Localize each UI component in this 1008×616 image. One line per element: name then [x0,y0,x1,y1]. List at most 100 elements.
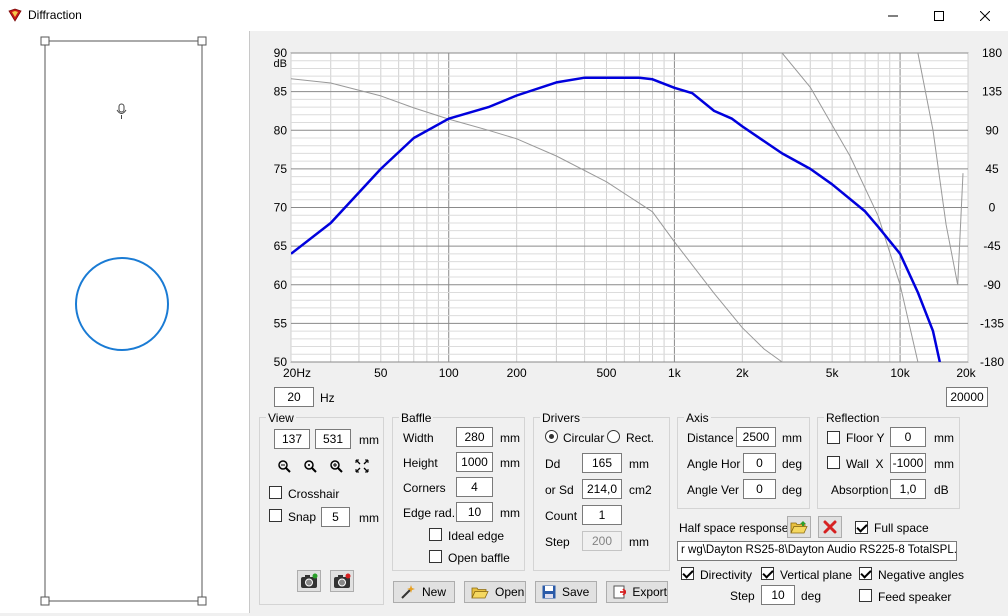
ideal-edge-checkbox[interactable] [429,528,442,541]
remove-halfspace-button[interactable] [818,516,842,538]
wall-input[interactable]: -1000 [890,453,926,473]
handle-bottom-left [40,596,50,606]
open-halfspace-button[interactable] [787,516,811,538]
floor-input[interactable]: 0 [890,427,926,447]
camera-button-1[interactable] [297,570,321,592]
x-tick-label: 200 [507,366,527,380]
feed-speaker-label: Feed speaker [878,590,952,604]
negative-angles-checkbox[interactable] [859,567,872,580]
open-button-label: Open [495,585,525,599]
app-icon [8,8,22,22]
zoom-in-icon[interactable] [328,458,344,474]
dir-step-input[interactable]: 10 [761,585,795,605]
minimize-icon [888,15,898,16]
y-left-tick-label: 70 [274,201,288,215]
y-right-tick-label: -90 [983,278,1001,292]
maximize-button[interactable] [916,0,962,31]
directivity-checkbox[interactable] [681,567,694,580]
angle-hor-input[interactable]: 0 [743,453,776,473]
count-input[interactable]: 1 [582,505,622,525]
freq-low-input[interactable]: 20 [274,387,314,407]
zoom-fit-icon[interactable] [302,458,318,474]
freq-high-input[interactable]: 20000 [946,387,988,407]
open-button[interactable]: Open [464,581,526,603]
zoom-out-icon[interactable] [276,458,292,474]
vertical-plane-checkbox[interactable] [761,567,774,580]
snap-checkbox[interactable] [269,509,282,522]
sd-input[interactable]: 214,0 [582,479,622,499]
y-left-tick-label: 80 [274,123,288,137]
dir-step-unit: deg [801,589,822,603]
halfspace-file-input[interactable]: r wg\Dayton RS25-8\Dayton Audio RS225-8 … [677,541,957,561]
distance-unit: mm [782,431,802,445]
export-button[interactable]: Export [606,581,668,603]
open-baffle-label: Open baffle [448,551,510,565]
view-y-input[interactable]: 531 [315,429,351,449]
x-tick-label: 50 [374,366,388,380]
x-tick-label: 20k [956,366,976,380]
rect-radio[interactable] [607,430,620,443]
handle-top-right [197,36,207,46]
feed-speaker-checkbox[interactable] [859,589,872,602]
view-x-input[interactable]: 137 [274,429,310,449]
frequency-response-chart[interactable]: 908580757065605550dB18013590450-45-90-13… [255,31,1008,381]
maximize-icon [934,10,944,21]
snap-label: Snap [288,510,317,524]
snap-input[interactable]: 5 [321,507,350,527]
wall-checkbox[interactable] [827,456,840,469]
view-unit-label: mm [359,433,379,447]
width-input[interactable]: 280 [456,427,493,447]
height-input[interactable]: 1000 [456,452,493,472]
snap-unit-label: mm [359,511,379,525]
driver-circle [75,257,169,351]
x-tick-label: 20Hz [283,366,311,380]
edge-input[interactable]: 10 [456,502,493,522]
minimize-button[interactable] [870,0,916,31]
angle-ver-input[interactable]: 0 [743,479,776,499]
close-button[interactable] [962,0,1008,31]
baffle-drawing[interactable] [0,31,250,613]
x-tick-label: 1k [668,366,682,380]
absorption-input[interactable]: 1,0 [890,479,926,499]
angle-hor-label: Angle Hor [687,457,741,471]
y-right-tick-label: -45 [983,239,1001,253]
rect-label: Rect. [626,431,655,445]
y-left-unit-label: dB [274,58,287,70]
angle-ver-unit: deg [782,483,803,497]
distance-input[interactable]: 2500 [736,427,776,447]
sd-unit: cm2 [629,483,652,497]
folder-open-icon [471,587,489,599]
circular-label: Circular [563,431,605,445]
step-input[interactable]: 200 [582,531,622,551]
camera-button-2[interactable] [330,570,354,592]
floor-unit: mm [934,431,954,445]
dd-input[interactable]: 165 [582,453,622,473]
circular-radio[interactable] [545,430,558,443]
vertical-plane-label: Vertical plane [780,568,853,582]
new-button[interactable]: New [393,581,455,603]
save-button[interactable]: Save [535,581,597,603]
y-right-tick-label: -180 [980,355,1004,369]
edge-label: Edge rad. [403,506,456,520]
absorption-unit: dB [934,483,949,497]
baffle-canvas[interactable] [0,31,250,613]
full-space-checkbox[interactable] [855,521,868,534]
x-tick-label: 5k [826,366,840,380]
reflection-group-title: Reflection [824,411,882,425]
x-tick-label: 100 [439,366,459,380]
chart-panel: 90 85 80 75 70 65 60 55 50 dB 180 135 90 45 0 -45 -90 -13… [255,31,1008,381]
open-baffle-checkbox[interactable] [429,550,442,563]
corners-label: Corners [403,481,446,495]
crosshair-checkbox[interactable] [269,486,282,499]
y-right-tick-label: 180 [982,46,1002,60]
edge-unit: mm [500,506,520,520]
handle-bottom-right [197,596,207,606]
floor-label: Floor Y [846,431,885,445]
negative-angles-label: Negative angles [878,568,965,582]
export-button-label: Export [632,585,667,599]
fullscreen-icon[interactable] [354,458,370,474]
directivity-label: Directivity [700,568,753,582]
distance-label: Distance [687,431,734,445]
corners-input[interactable]: 4 [456,477,493,497]
floor-checkbox[interactable] [827,431,840,444]
